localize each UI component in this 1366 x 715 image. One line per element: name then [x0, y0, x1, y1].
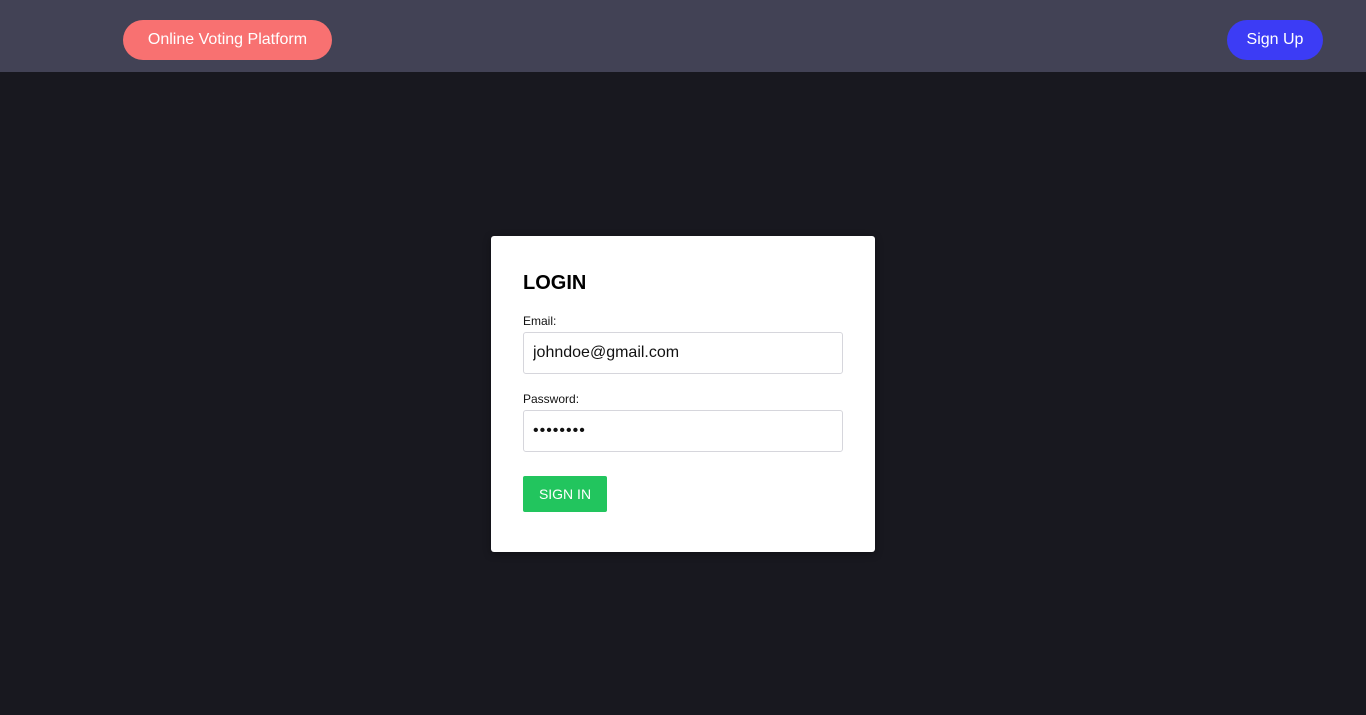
sign-in-label: SIGN IN — [538, 486, 592, 502]
sign-in-button[interactable]: SIGN IN — [523, 476, 607, 512]
login-card: LOGIN Email: Password: SIGN IN — [491, 236, 875, 552]
email-label: Email: — [523, 314, 557, 328]
sign-up-button[interactable]: Sign Up — [1227, 20, 1323, 60]
sign-up-label: Sign Up — [1246, 31, 1304, 48]
password-label: Password: — [523, 392, 580, 406]
login-title: LOGIN — [523, 272, 587, 294]
brand-link[interactable]: Online Voting Platform — [123, 20, 332, 60]
password-field[interactable] — [523, 410, 843, 452]
email-field[interactable] — [523, 332, 843, 374]
top-navbar: Online Voting Platform Sign Up — [0, 0, 1366, 72]
brand-label: Online Voting Platform — [147, 31, 308, 48]
